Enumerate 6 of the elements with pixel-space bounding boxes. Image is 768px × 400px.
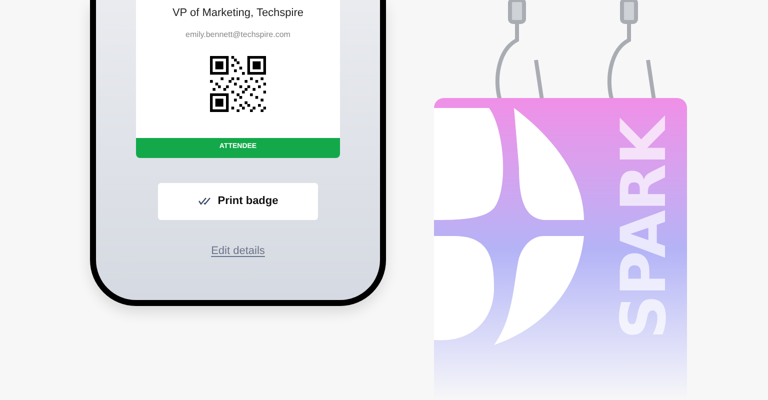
qr-code-drawing	[210, 56, 266, 112]
email-address: emily.bennett@techspire.com	[186, 28, 290, 40]
print-badge-button[interactable]: Print badge	[158, 182, 318, 220]
double-check-icon	[198, 197, 212, 205]
job-title: VP of Marketing, Techspire	[172, 6, 304, 21]
brand-wordmark: SPARK	[613, 114, 675, 344]
